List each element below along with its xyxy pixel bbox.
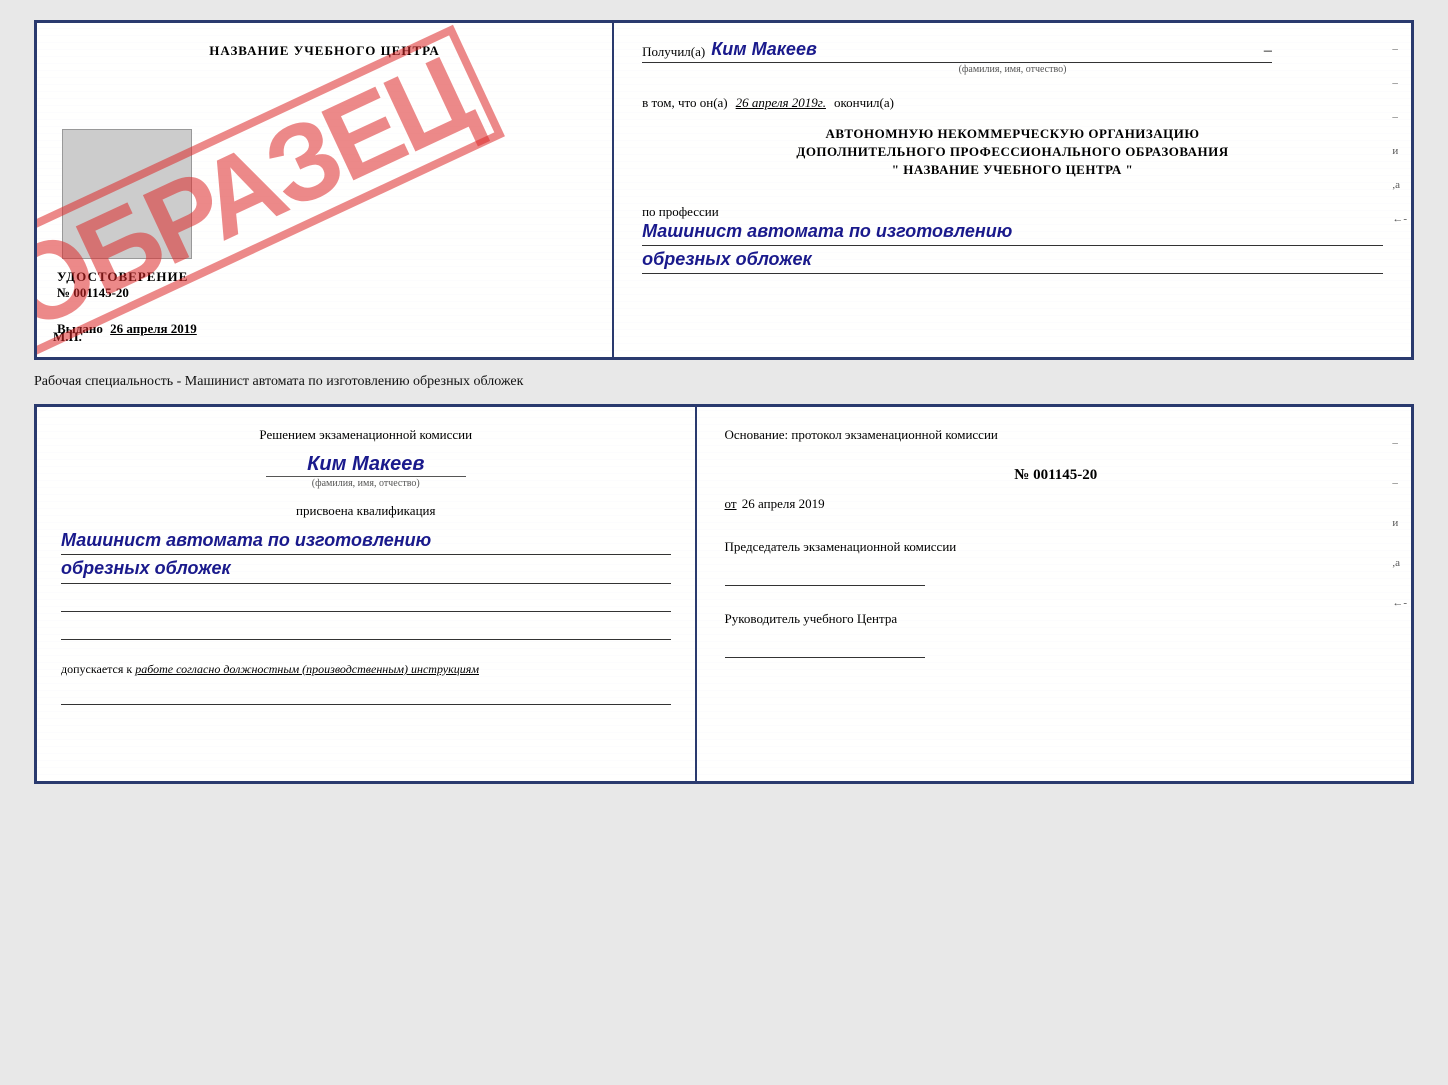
bottom-cert-right: Основание: протокол экзаменационной коми… xyxy=(697,407,1411,781)
side-mark-bottom-a: ,а xyxy=(1392,557,1407,569)
side-mark-bottom-i: и xyxy=(1392,517,1407,529)
org-line3: " НАЗВАНИЕ УЧЕБНОГО ЦЕНТРА " xyxy=(642,161,1383,179)
bottom-profession-2: обрезных обложек xyxy=(61,557,671,583)
vydano-label: Выдано xyxy=(57,321,103,336)
vydano-line: Выдано 26 апреля 2019 xyxy=(57,321,197,337)
dash-1: – xyxy=(1264,42,1272,60)
protocol-date-prefix: от xyxy=(725,496,737,511)
komissia-name: Ким Макеев xyxy=(307,453,424,476)
side-mark-a: ,а xyxy=(1392,179,1407,191)
school-name-top: НАЗВАНИЕ УЧЕБНОГО ЦЕНТРА xyxy=(209,43,440,59)
blank-line-2 xyxy=(61,622,671,640)
protocol-date-value: 26 апреля 2019 xyxy=(742,496,825,511)
okonchil-label: окончил(а) xyxy=(834,95,894,111)
recipient-name: Ким Макеев xyxy=(711,39,1258,60)
predsedatel-block: Председатель экзаменационной комиссии xyxy=(725,538,1387,586)
protocol-number: № 001145-20 xyxy=(725,467,1387,484)
side-mark-bottom-dash2: – xyxy=(1392,477,1407,489)
top-certificate: НАЗВАНИЕ УЧЕБНОГО ЦЕНТРА ОБРАЗЕЦ УДОСТОВ… xyxy=(34,20,1414,360)
protocol-date: от 26 апреля 2019 xyxy=(725,496,1387,512)
rukovoditel-block: Руководитель учебного Центра xyxy=(725,610,1387,658)
vtom-date: 26 апреля 2019г. xyxy=(736,95,826,111)
document-wrapper: НАЗВАНИЕ УЧЕБНОГО ЦЕНТРА ОБРАЗЕЦ УДОСТОВ… xyxy=(34,20,1414,784)
predsedatel-sig-line xyxy=(725,560,925,586)
dopusk-line: допускается к работе согласно должностны… xyxy=(61,662,671,677)
side-mark-dash3: – xyxy=(1392,111,1407,123)
dopusk-label: допускается к xyxy=(61,662,132,676)
side-marks-bottom: – – и ,а ←- xyxy=(1392,437,1411,609)
vydano-date: 26 апреля 2019 xyxy=(110,321,197,336)
fio-hint-bottom: (фамилия, имя, отчество) xyxy=(266,476,466,489)
rukovoditel-title: Руководитель учебного Центра xyxy=(725,610,1387,628)
caption-line: Рабочая специальность - Машинист автомат… xyxy=(34,370,1414,394)
predsedatel-title: Председатель экзаменационной комиссии xyxy=(725,538,1387,556)
top-cert-right: Получил(а) Ким Макеев – (фамилия, имя, о… xyxy=(614,23,1411,357)
org-line1: АВТОНОМНУЮ НЕКОММЕРЧЕСКУЮ ОРГАНИЗАЦИЮ xyxy=(642,125,1383,143)
bottom-profession-1: Машинист автомата по изготовлению xyxy=(61,529,671,555)
side-mark-arrow: ←- xyxy=(1392,213,1407,225)
side-mark-i: и xyxy=(1392,145,1407,157)
prisvoena-label: присвоена квалификация xyxy=(61,503,671,519)
udost-number: № 001145-20 xyxy=(57,285,592,301)
fio-hint-top: (фамилия, имя, отчество) xyxy=(642,64,1383,75)
org-block: АВТОНОМНУЮ НЕКОММЕРЧЕСКУЮ ОРГАНИЗАЦИЮ ДО… xyxy=(642,125,1383,180)
vtom-label: в том, что он(а) xyxy=(642,95,728,111)
recipient-label: Получил(а) xyxy=(642,44,705,60)
udost-block: УДОСТОВЕРЕНИЕ № 001145-20 xyxy=(57,269,592,301)
rukovoditel-sig-line xyxy=(725,632,925,658)
dopusk-text: работе согласно должностным (производств… xyxy=(135,662,479,676)
org-line2: ДОПОЛНИТЕЛЬНОГО ПРОФЕССИОНАЛЬНОГО ОБРАЗО… xyxy=(642,143,1383,161)
bottom-certificate: Решением экзаменационной комиссии Ким Ма… xyxy=(34,404,1414,784)
profession-label: по профессии xyxy=(642,204,1383,220)
blank-line-1 xyxy=(61,594,671,612)
stamp-placeholder xyxy=(62,129,192,259)
side-mark-bottom-dash1: – xyxy=(1392,437,1407,449)
side-mark-dash2: – xyxy=(1392,77,1407,89)
osnovanie-title: Основание: протокол экзаменационной коми… xyxy=(725,427,1387,443)
blank-line-3 xyxy=(61,687,671,705)
profession-value-2: обрезных обложек xyxy=(642,248,1383,274)
bottom-cert-left: Решением экзаменационной комиссии Ким Ма… xyxy=(37,407,697,781)
side-mark-bottom-arrow: ←- xyxy=(1392,597,1407,609)
decision-line: Решением экзаменационной комиссии xyxy=(61,427,671,443)
side-mark-dash1: – xyxy=(1392,43,1407,55)
side-marks-top: – – – и ,а ←- xyxy=(1392,43,1411,225)
profession-value-1: Машинист автомата по изготовлению xyxy=(642,220,1383,246)
top-cert-left: НАЗВАНИЕ УЧЕБНОГО ЦЕНТРА ОБРАЗЕЦ УДОСТОВ… xyxy=(37,23,614,357)
udost-title: УДОСТОВЕРЕНИЕ xyxy=(57,269,592,285)
